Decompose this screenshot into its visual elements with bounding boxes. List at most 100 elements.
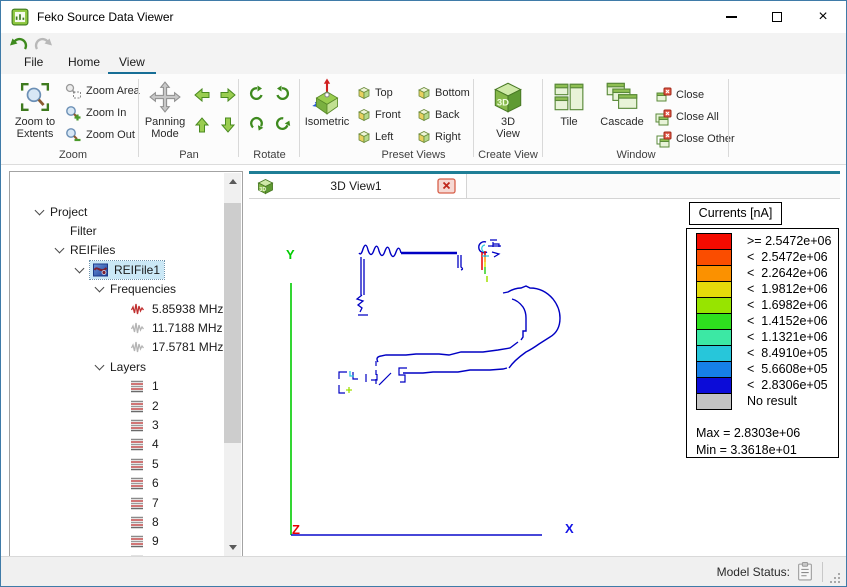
- tree-item-label: Project: [50, 205, 87, 219]
- rotate-ccw-icon: [248, 85, 265, 102]
- zoom-area-button[interactable]: Zoom Area: [65, 81, 140, 101]
- preset-label: Bottom: [435, 87, 470, 99]
- close-button[interactable]: ×: [800, 1, 846, 33]
- create-view-group: 3D 3D View Create View: [476, 74, 540, 164]
- cascade-button[interactable]: Cascade: [593, 78, 651, 128]
- preset-right-button[interactable]: Right: [415, 126, 479, 148]
- tab-file[interactable]: File: [15, 55, 52, 74]
- tree-item-5[interactable]: 5: [10, 454, 242, 473]
- pan-left-button[interactable]: [191, 84, 213, 106]
- legend-entry: < 1.1321e+06: [696, 329, 831, 346]
- legend-entry-label: >= 2.5472e+06: [747, 233, 831, 250]
- scrollbar-down-arrow[interactable]: [224, 539, 241, 556]
- model-status-label: Model Status:: [717, 565, 790, 579]
- tab-view[interactable]: View: [108, 55, 156, 74]
- tree-item-17-5781-mhz[interactable]: 17.5781 MHz: [10, 338, 242, 357]
- model-status-icon[interactable]: [797, 562, 813, 581]
- expander-chevron[interactable]: [95, 283, 105, 293]
- layers-icon: [130, 475, 148, 491]
- zoom-group: Zoom to Extents Zoom Area Zoom In Zoom O…: [9, 74, 137, 164]
- tree-item-1[interactable]: 1: [10, 377, 242, 396]
- close-all-icon: [655, 109, 672, 126]
- tree-item-7[interactable]: 7: [10, 493, 242, 512]
- preset-front-button[interactable]: Front: [355, 104, 413, 126]
- preset-top-button[interactable]: Top: [355, 82, 413, 104]
- tree-item-8[interactable]: 8: [10, 512, 242, 531]
- rotate-group: Rotate: [241, 74, 298, 164]
- tab-3d-view1[interactable]: 3D 3D View1: [249, 174, 467, 198]
- tree-item-frequencies[interactable]: Frequencies: [10, 280, 242, 299]
- legend-entry-label: < 2.2642e+06: [747, 265, 828, 282]
- tree-item-label: 2: [152, 399, 159, 413]
- tree-item-label: 7: [152, 496, 159, 510]
- pan-up-button[interactable]: [191, 114, 213, 136]
- tree-item-9[interactable]: 9: [10, 532, 242, 551]
- tree-item-2[interactable]: 2: [10, 396, 242, 415]
- tab-home[interactable]: Home: [59, 55, 109, 74]
- preset-views-group: Isometric TopFrontLeftBottomBackRight Pr…: [301, 74, 472, 164]
- title-bar: Feko Source Data Viewer ×: [1, 1, 846, 33]
- tree-item-5-85938-mhz[interactable]: 5.85938 MHz: [10, 299, 242, 318]
- panning-mode-icon: [141, 78, 189, 116]
- rotate-down-button[interactable]: [271, 112, 293, 134]
- isometric-button[interactable]: Isometric: [301, 78, 353, 128]
- close-view-tab-button[interactable]: [437, 178, 456, 194]
- view-tab-bar: 3D 3D View1: [249, 171, 840, 199]
- svg-text:3D: 3D: [259, 187, 266, 193]
- close-other-icon: [655, 131, 672, 148]
- preset-back-button[interactable]: Back: [415, 104, 479, 126]
- preset-bottom-button[interactable]: Bottom: [415, 82, 479, 104]
- legend-entry: < 2.2642e+06: [696, 265, 831, 282]
- expander-chevron[interactable]: [95, 360, 105, 370]
- close-other-button[interactable]: Close Other: [655, 129, 735, 149]
- pan-down-button[interactable]: [217, 114, 239, 136]
- zoom-to-extents-button[interactable]: Zoom to Extents: [9, 78, 61, 140]
- redo-button[interactable]: [33, 35, 53, 53]
- 3d-viewport[interactable]: YZX Currents [nA] >= 2.5472e+06< 2.5472e…: [249, 199, 840, 558]
- ribbon-tab-strip: File Home View: [1, 33, 846, 74]
- 3d-view-button[interactable]: 3D 3D View: [480, 78, 536, 140]
- group-separator: [473, 79, 474, 157]
- tile-button[interactable]: Tile: [547, 78, 591, 128]
- tree-item-reifiles[interactable]: REIFiles: [10, 241, 242, 260]
- minimize-button[interactable]: [708, 1, 754, 33]
- tree-scrollbar[interactable]: [224, 173, 241, 556]
- tree-item-6[interactable]: 6: [10, 473, 242, 492]
- scrollbar-up-arrow[interactable]: [224, 173, 241, 190]
- tree-item-filter[interactable]: Filter: [10, 221, 242, 240]
- maximize-button[interactable]: [754, 1, 800, 33]
- legend-swatch: [696, 361, 732, 378]
- tree-item-label: Layers: [110, 360, 146, 374]
- tree-item-3[interactable]: 3: [10, 415, 242, 434]
- legend-swatch: [696, 377, 732, 394]
- expander-chevron[interactable]: [35, 205, 45, 215]
- expander-chevron[interactable]: [75, 263, 85, 273]
- legend-swatch: [696, 313, 732, 330]
- tree-item-layers[interactable]: Layers: [10, 357, 242, 376]
- tree-item-label: REIFile1: [114, 263, 160, 277]
- resize-grip[interactable]: [829, 572, 841, 584]
- rotate-left-button[interactable]: [245, 82, 267, 104]
- tree-item-reifile1[interactable]: REIFile1: [10, 260, 242, 279]
- undo-button[interactable]: [9, 35, 29, 53]
- close-view-button[interactable]: Close: [655, 85, 704, 105]
- close-all-button[interactable]: Close All: [655, 107, 719, 127]
- tree-item-4[interactable]: 4: [10, 435, 242, 454]
- svg-text:Y: Y: [286, 247, 295, 262]
- maximize-icon: [772, 12, 782, 22]
- scrollbar-thumb[interactable]: [224, 203, 241, 443]
- rotate-up-button[interactable]: [245, 112, 267, 134]
- legend-entry-label: < 1.1321e+06: [747, 329, 828, 346]
- expander-chevron[interactable]: [55, 244, 65, 254]
- panning-mode-button[interactable]: Panning Mode: [141, 78, 189, 140]
- tree-item-11-7188-mhz[interactable]: 11.7188 MHz: [10, 318, 242, 337]
- zoom-out-button[interactable]: Zoom Out: [65, 125, 135, 145]
- tree-item-project[interactable]: Project: [10, 202, 242, 221]
- preset-left-button[interactable]: Left: [355, 126, 413, 148]
- rotate-right-button[interactable]: [271, 82, 293, 104]
- tree-item-label: 6: [152, 476, 159, 490]
- pan-right-button[interactable]: [217, 84, 239, 106]
- status-bar: Model Status:: [1, 556, 846, 586]
- zoom-in-button[interactable]: Zoom In: [65, 103, 126, 123]
- group-separator: [138, 79, 139, 157]
